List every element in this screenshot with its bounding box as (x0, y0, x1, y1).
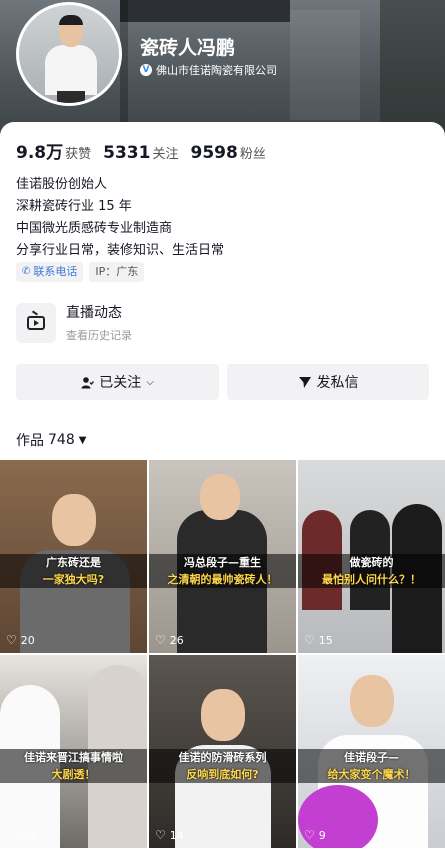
caption-line: 佳诺来晋江搞事情啦 (24, 751, 123, 764)
stat-label: 关注 (152, 147, 179, 162)
caret-down-icon: ▼ (78, 434, 87, 446)
verified-icon: V (140, 64, 152, 76)
live-history-entry[interactable]: 直播动态 查看历史记录 (16, 302, 132, 343)
video-likes: ♡ 26 (6, 828, 35, 842)
action-buttons: 已关注 ⌵ 发私信 (16, 364, 429, 400)
video-caption: 广东砖还是 一家独大吗? (0, 554, 147, 588)
live-subtitle: 查看历史记录 (66, 329, 132, 342)
works-label: 作品 (16, 433, 44, 449)
live-title: 直播动态 (66, 305, 122, 321)
bio-line: 分享行业日常，装修知识、生活日常 (16, 243, 225, 258)
video-thumbnail[interactable]: 冯总段子—重生 之清朝的最帅瓷砖人！ ♡ 26 (149, 460, 296, 653)
caption-highlight: 一家独大吗? (42, 573, 105, 586)
company-verification[interactable]: V 佛山市佳诺陶瓷有限公司 (140, 62, 277, 78)
company-name: 佛山市佳诺陶瓷有限公司 (156, 64, 277, 77)
send-icon (298, 377, 311, 388)
stat-following[interactable]: 5331 关注 (103, 143, 178, 163)
stat-likes[interactable]: 9.8万 获赞 (16, 138, 91, 163)
stat-value: 9598 (190, 143, 238, 163)
followed-label: 已关注 (99, 375, 142, 391)
works-filter[interactable]: 作品 748 ▼ (16, 430, 86, 450)
heart-icon: ♡ (155, 633, 166, 647)
profile-name: 瓷砖人冯鹏 (140, 37, 236, 59)
video-thumbnail[interactable]: 佳诺的防滑砖系列 反响到底如何? ♡ 14 (149, 655, 296, 848)
bio-line: 佳诺股份创始人 (16, 177, 108, 192)
caption-line: 广东砖还是 (46, 556, 101, 569)
video-grid: 广东砖还是 一家独大吗? ♡ 20 冯总段子—重生 之清朝的最帅瓷砖人！ ♡ 26 … (0, 460, 445, 848)
like-count: 14 (169, 828, 184, 842)
video-thumbnail[interactable]: 佳诺段子— 给大家变个魔术！ ♡ 9 (298, 655, 445, 848)
caption-highlight: 之清朝的最帅瓷砖人！ (167, 573, 278, 586)
heart-icon: ♡ (6, 828, 17, 842)
heart-icon: ♡ (155, 828, 166, 842)
like-count: 26 (169, 633, 184, 647)
heart-icon: ♡ (6, 633, 17, 647)
chevron-down-icon: ⌵ (146, 376, 154, 388)
video-caption: 佳诺段子— 给大家变个魔术！ (298, 749, 445, 783)
video-likes: ♡ 9 (304, 828, 326, 842)
video-likes: ♡ 15 (304, 633, 333, 647)
live-tv-icon (16, 302, 56, 343)
video-thumbnail[interactable]: 做瓷砖的 最怕别人问什么？！ ♡ 15 (298, 460, 445, 653)
bio-line: 中国微光质感砖专业制造商 (16, 221, 173, 236)
works-count: 748 (48, 432, 75, 448)
video-caption: 冯总段子—重生 之清朝的最帅瓷砖人！ (149, 554, 296, 588)
caption-line: 佳诺的防滑砖系列 (178, 751, 267, 764)
video-likes: ♡ 14 (155, 828, 184, 842)
phone-icon: ✆ (22, 266, 31, 277)
caption-line: 做瓷砖的 (349, 556, 394, 569)
banner-trees (380, 0, 445, 140)
stat-followers[interactable]: 9598 粉丝 (190, 143, 265, 163)
video-likes: ♡ 20 (6, 633, 35, 647)
video-caption: 做瓷砖的 最怕别人问什么？！ (298, 554, 445, 588)
bio: 佳诺股份创始人 深耕瓷砖行业 15 年 中国微光质感砖专业制造商 分享行业日常，… (16, 174, 224, 262)
stat-label: 粉丝 (239, 147, 266, 162)
caption-highlight: 反响到底如何? (186, 768, 259, 781)
ip-label: IP：广东 (95, 265, 139, 278)
caption-line: 佳诺段子— (344, 751, 399, 764)
stat-label: 获赞 (65, 147, 92, 162)
message-button[interactable]: 发私信 (227, 364, 429, 400)
banner-building (120, 0, 290, 22)
profile-header-banner: 瓷砖人冯鹏 V 佛山市佳诺陶瓷有限公司 (0, 0, 445, 140)
video-thumbnail[interactable]: 广东砖还是 一家独大吗? ♡ 20 (0, 460, 147, 653)
like-count: 20 (20, 633, 35, 647)
followed-button[interactable]: 已关注 ⌵ (16, 364, 219, 400)
caption-highlight: 给大家变个魔术！ (327, 768, 416, 781)
video-caption: 佳诺的防滑砖系列 反响到底如何? (149, 749, 296, 783)
user-check-icon (81, 376, 95, 388)
stat-value: 5331 (103, 143, 151, 163)
caption-highlight: 最怕别人问什么？！ (322, 573, 421, 586)
video-likes: ♡ 26 (155, 633, 184, 647)
like-count: 26 (20, 828, 35, 842)
like-count: 15 (318, 633, 333, 647)
video-caption: 佳诺来晋江搞事情啦 大剧透！ (0, 749, 147, 783)
contact-phone-tag[interactable]: ✆ 联系电话 (16, 262, 84, 282)
heart-icon: ♡ (304, 828, 315, 842)
banner-pillar (120, 0, 128, 140)
profile-card: 9.8万 获赞 5331 关注 9598 粉丝 佳诺股份创始人 深耕瓷砖行业 15 年… (0, 122, 445, 852)
heart-icon: ♡ (304, 633, 315, 647)
ip-tag: IP：广东 (89, 262, 145, 282)
tags-row: ✆ 联系电话 IP：广东 (16, 262, 145, 282)
contact-phone-label: 联系电话 (33, 265, 78, 278)
video-thumbnail[interactable]: 佳诺来晋江搞事情啦 大剧透！ ♡ 26 (0, 655, 147, 848)
avatar[interactable] (16, 2, 122, 106)
bio-line: 深耕瓷砖行业 15 年 (16, 199, 132, 214)
message-label: 发私信 (316, 375, 359, 391)
stats-row: 9.8万 获赞 5331 关注 9598 粉丝 (16, 138, 266, 163)
caption-highlight: 大剧透！ (51, 768, 96, 781)
stat-value: 9.8万 (16, 143, 64, 163)
banner-building (290, 10, 360, 120)
like-count: 9 (318, 828, 326, 842)
caption-line: 冯总段子—重生 (184, 556, 261, 569)
